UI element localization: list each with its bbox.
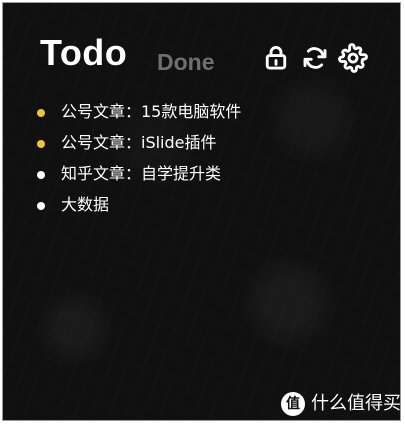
task-priority-dot	[37, 139, 45, 148]
task-text: 知乎文章：自学提升类	[61, 163, 222, 183]
task-priority-dot	[37, 108, 45, 117]
tab-done[interactable]: Done	[157, 51, 215, 74]
task-item-3[interactable]: 知乎文章：自学提升类	[37, 159, 241, 190]
refresh-icon	[303, 47, 327, 69]
todo-task-list: 公号文章：15款电脑软件 公号文章：iSlide插件 知乎文章：自学提升类 大数…	[37, 97, 241, 221]
refresh-button[interactable]	[299, 42, 331, 74]
site-watermark: 值 什么值得买	[281, 392, 401, 416]
settings-icon	[338, 43, 368, 73]
task-item-2[interactable]: 公号文章：iSlide插件	[37, 128, 241, 159]
todo-widget-panel: Todo Done 公号文章：15款电脑软件 公号文章：iSlide插件 知乎文…	[2, 2, 401, 421]
task-priority-dot	[37, 170, 45, 179]
tab-todo[interactable]: Todo	[40, 35, 127, 71]
task-priority-dot	[37, 201, 45, 210]
screenshot-frame: Todo Done 公号文章：15款电脑软件 公号文章：iSlide插件 知乎文…	[0, 0, 405, 425]
task-text: 公号文章：iSlide插件	[61, 132, 217, 152]
task-item-4[interactable]: 大数据	[37, 190, 241, 221]
lock-icon	[265, 46, 287, 70]
task-text: 大数据	[61, 194, 110, 214]
watermark-logo-icon: 值	[281, 392, 305, 416]
settings-button[interactable]	[337, 42, 369, 74]
watermark-text: 什么值得买	[311, 393, 401, 414]
task-item-1[interactable]: 公号文章：15款电脑软件	[37, 97, 241, 128]
lock-button[interactable]	[260, 42, 292, 74]
task-text: 公号文章：15款电脑软件	[61, 101, 242, 121]
